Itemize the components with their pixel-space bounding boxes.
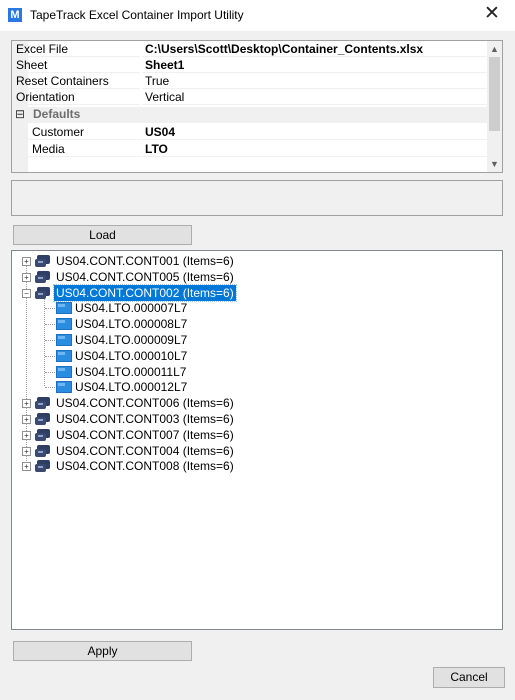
tape-icon — [56, 381, 72, 394]
grid-row-value[interactable]: True — [142, 73, 488, 89]
load-button[interactable]: Load — [13, 225, 192, 245]
grid-category-defaults[interactable]: ⊟ Defaults — [12, 107, 488, 123]
container-tree[interactable]: + US04.CONT.CONT001 (Items=6) + US04.CONT.C… — [11, 250, 503, 630]
tree-node-label[interactable]: US04.CONT.CONT006 (Items=6) — [54, 395, 236, 411]
tape-icon — [56, 302, 72, 315]
cancel-button[interactable]: Cancel — [433, 667, 505, 688]
grid-row-excel-file[interactable]: Excel File C:\Users\Scott\Desktop\Contai… — [12, 41, 488, 57]
tape-icon — [56, 365, 72, 378]
property-description-panel — [11, 180, 503, 216]
grid-scrollbar[interactable]: ▲ ▼ — [487, 41, 502, 172]
grid-row-value — [142, 158, 488, 172]
container-icon — [34, 286, 52, 300]
grid-row-value[interactable]: Sheet1 — [142, 57, 488, 73]
tree-node-label[interactable]: US04.CONT.CONT005 (Items=6) — [54, 269, 236, 285]
expand-icon[interactable]: + — [22, 462, 31, 472]
grid-row-orientation[interactable]: Orientation Vertical — [12, 89, 488, 105]
tree-node-label[interactable]: US04.CONT.CONT003 (Items=6) — [54, 411, 236, 427]
app-icon: M — [8, 8, 22, 22]
grid-row-value[interactable]: US04 — [142, 124, 488, 140]
property-grid[interactable]: Excel File C:\Users\Scott\Desktop\Contai… — [11, 40, 503, 173]
tree-node-tape[interactable]: US04.LTO.000009L7 — [12, 332, 492, 348]
expand-icon[interactable]: + — [22, 257, 31, 266]
grid-row-value[interactable]: LTO — [142, 141, 488, 157]
tree-node-tape[interactable]: US04.LTO.000008L7 — [12, 316, 492, 332]
grid-row-sheet[interactable]: Sheet Sheet1 — [12, 57, 488, 73]
expand-icon[interactable]: + — [22, 430, 31, 440]
close-button[interactable]: ✕ — [479, 3, 505, 27]
grid-row-name: Sheet — [12, 57, 140, 73]
expand-icon[interactable]: + — [22, 399, 31, 409]
tape-icon — [56, 318, 72, 331]
grid-row-value[interactable]: Vertical — [142, 89, 488, 105]
tree-node-label[interactable]: US04.CONT.CONT001 (Items=6) — [54, 253, 236, 269]
tree-node-label[interactable]: US04.CONT.CONT004 (Items=6) — [54, 443, 236, 459]
tape-icon — [56, 349, 72, 362]
container-icon — [34, 412, 52, 426]
tree-node-label[interactable]: US04.CONT.CONT002 (Items=6) — [53, 283, 237, 302]
tree-node-label[interactable]: US04.LTO.000007L7 — [73, 300, 189, 316]
grid-row-media[interactable]: Media LTO — [12, 141, 488, 157]
grid-row-reset-containers[interactable]: Reset Containers True — [12, 73, 488, 89]
grid-row-name: Reset Containers — [12, 73, 140, 89]
grid-row-value[interactable]: C:\Users\Scott\Desktop\Container_Content… — [142, 41, 488, 57]
grid-row-name — [12, 158, 140, 172]
tree-node-container[interactable]: + US04.CONT.CONT006 (Items=6) — [12, 395, 492, 411]
tree-node-label[interactable]: US04.LTO.000011L7 — [73, 364, 188, 380]
tree-node-tape[interactable]: US04.LTO.000007L7 — [12, 300, 492, 316]
container-icon — [34, 459, 52, 473]
grid-row-name: Excel File — [12, 41, 140, 57]
tree-node-tape[interactable]: US04.LTO.000012L7 — [12, 379, 492, 395]
window-title: TapeTrack Excel Container Import Utility — [30, 8, 244, 22]
tree-node-tape[interactable]: US04.LTO.000011L7 — [12, 364, 492, 380]
grid-row-name: Orientation — [12, 89, 140, 105]
collapse-icon[interactable]: ⊟ — [15, 107, 25, 121]
title-bar: M TapeTrack Excel Container Import Utili… — [0, 0, 515, 31]
tree-node-label[interactable]: US04.LTO.000009L7 — [73, 332, 189, 348]
category-label: Defaults — [33, 107, 81, 121]
grid-row-empty — [12, 158, 488, 172]
tree-node-container[interactable]: + US04.CONT.CONT007 (Items=6) — [12, 427, 492, 443]
grid-row-name: Customer — [12, 124, 140, 140]
container-icon — [34, 270, 52, 284]
tree-node-label[interactable]: US04.LTO.000010L7 — [73, 348, 189, 364]
expand-icon[interactable]: + — [22, 415, 31, 424]
grid-row-name: Media — [12, 141, 140, 157]
tape-icon — [56, 334, 72, 346]
expand-icon[interactable]: + — [22, 272, 31, 282]
scroll-up-icon[interactable]: ▲ — [487, 42, 502, 56]
container-icon — [34, 254, 52, 268]
tree-node-label[interactable]: US04.CONT.CONT007 (Items=6) — [54, 427, 236, 443]
grid-row-customer[interactable]: Customer US04 — [12, 124, 488, 140]
scroll-thumb[interactable] — [489, 57, 500, 131]
container-icon — [34, 428, 52, 442]
tree-node-container[interactable]: + US04.CONT.CONT005 (Items=6) — [12, 269, 492, 285]
tree-node-tape[interactable]: US04.LTO.000010L7 — [12, 348, 492, 364]
tree-node-label[interactable]: US04.CONT.CONT008 (Items=6) — [54, 458, 236, 474]
collapse-icon[interactable]: − — [22, 288, 31, 298]
apply-button[interactable]: Apply — [13, 641, 192, 661]
scroll-down-icon[interactable]: ▼ — [487, 157, 502, 171]
tree-node-container[interactable]: + US04.CONT.CONT003 (Items=6) — [12, 411, 492, 427]
container-icon — [34, 396, 52, 410]
container-icon — [34, 444, 52, 458]
tree-node-label[interactable]: US04.LTO.000012L7 — [73, 379, 189, 395]
tree-node-container[interactable]: − US04.CONT.CONT002 (Items=6) — [12, 283, 492, 302]
tree-node-container[interactable]: + US04.CONT.CONT001 (Items=6) — [12, 253, 492, 269]
expand-icon[interactable]: + — [22, 446, 31, 456]
tree-node-label[interactable]: US04.LTO.000008L7 — [73, 316, 189, 332]
tree-node-container[interactable]: + US04.CONT.CONT004 (Items=6) — [12, 443, 492, 459]
tree-node-container[interactable]: + US04.CONT.CONT008 (Items=6) — [12, 458, 492, 474]
